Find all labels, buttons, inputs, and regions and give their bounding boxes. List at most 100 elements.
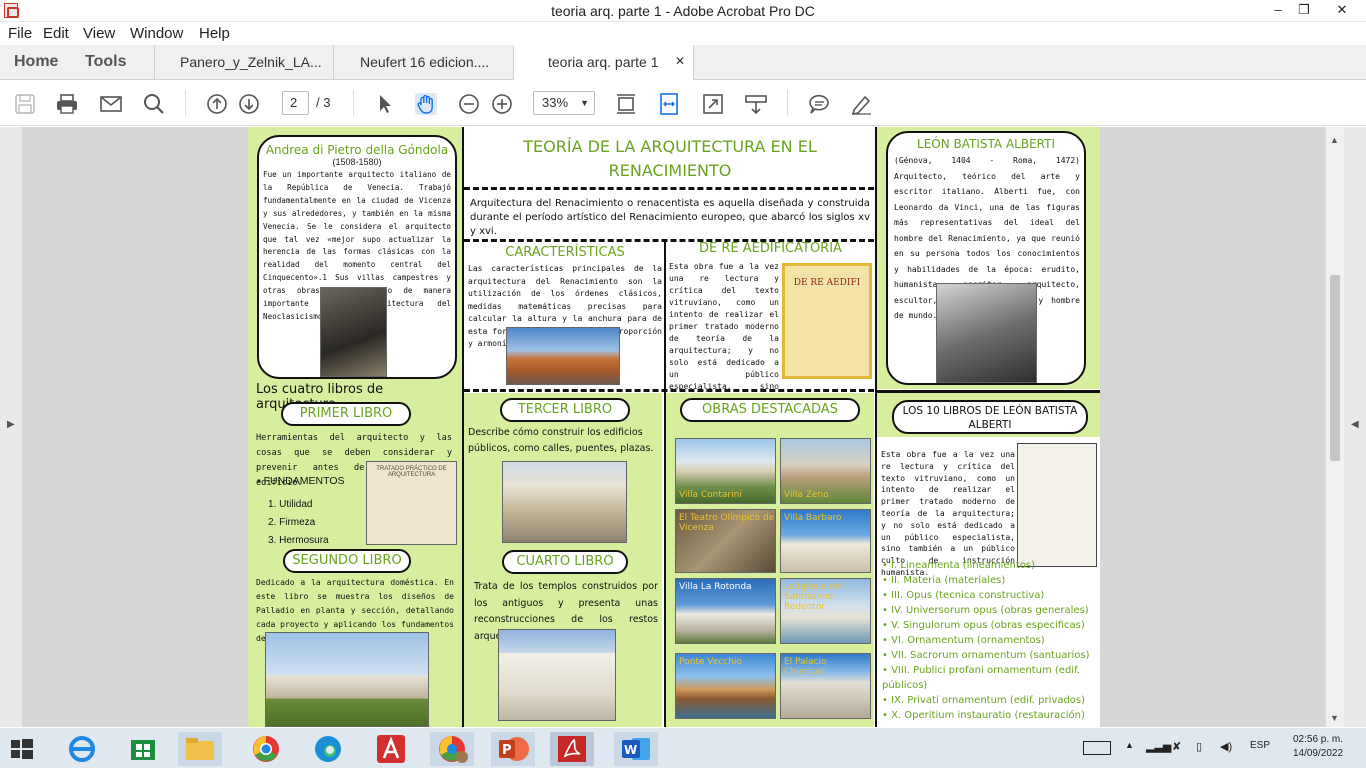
previous-page-icon[interactable] [206,93,228,115]
vertical-scrollbar[interactable]: ▲ ▼ [1326,127,1344,727]
photo-caption: El Palacio Chiericati [784,657,827,677]
network-icon[interactable]: ▂▃▅ [1146,740,1171,753]
de-re-title: DE RE AEDIFICATORIA [699,241,842,256]
photo-caption: La Iglesia del Santíssimo Redentor [784,582,844,612]
close-window-button[interactable]: ✕ [1322,0,1362,22]
fundamentos-label: FUNDAMENTOS [263,475,345,487]
fundamentos-list: 1. Utilidad 2. Firmeza 3. Hermosura [268,496,329,550]
clock-time: 02:56 p. m. [1292,734,1344,745]
svg-text:W: W [624,743,637,757]
gondola-dates: (1508-1580) [332,157,382,167]
zoom-level-value: 33% [542,95,569,110]
email-icon[interactable] [100,93,122,115]
hand-tool-icon[interactable] [415,93,437,115]
obras-title-pill: OBRAS DESTACADAS [680,398,860,422]
powerpoint-icon[interactable]: P [491,732,535,766]
menu-view[interactable]: View [83,25,115,42]
zoom-in-icon[interactable] [491,93,513,115]
doc-tab-teoria[interactable]: teoria arq. parte 1 ✕ [514,45,694,81]
battery-icon[interactable]: ▯ [1196,740,1202,753]
basilica-photo [502,461,627,543]
doc-tab-label: Neufert 16 edicion.... [360,54,490,70]
menu-file[interactable]: File [8,25,32,42]
search-icon[interactable] [143,93,165,115]
scrollbar-thumb[interactable] [1330,275,1340,461]
doc-tab-panero[interactable]: Panero_y_Zelnik_LA... [154,45,334,80]
diez-libros-item-text: VIII. Publici profani ornamentum (edif. … [882,665,1081,691]
church-photo [498,629,616,721]
windows-start-icon[interactable] [0,732,44,766]
zoom-level-select[interactable]: 33% ▼ [533,91,595,115]
edge-icon[interactable] [306,732,350,766]
scroll-down-icon[interactable]: ▼ [1330,713,1339,723]
language-indicator[interactable]: ESP [1250,740,1270,751]
alberti-book-cover [1017,443,1097,567]
doc-tab-neufert[interactable]: Neufert 16 edicion.... [334,45,514,80]
column-palladio: Andrea di Pietro della Góndola (1508-158… [248,127,462,727]
gondola-card: Andrea di Pietro della Góndola (1508-158… [257,135,457,379]
volume-icon[interactable]: ◀) [1220,740,1232,753]
diez-libros-item: • VI. Ornamentum (ornamentos) [882,635,1045,646]
fundamentos-item: • FUNDAMENTOS [257,475,345,487]
menu-bar: File Edit View Window Help [0,22,1366,45]
chrome-profile-icon[interactable] [430,732,474,766]
word-icon[interactable]: W [614,732,658,766]
svg-text:P: P [502,743,512,758]
microsoft-store-icon[interactable] [121,732,165,766]
print-icon[interactable] [56,93,78,115]
next-page-icon[interactable] [238,93,260,115]
diez-libros-item: • X. Operitium instauratio (restauración… [882,710,1085,721]
pdf-page: Andrea di Pietro della Góndola (1508-158… [248,127,1100,727]
full-screen-icon[interactable] [702,93,724,115]
touch-keyboard-icon[interactable] [1083,741,1111,755]
fundamentos-item-text: Hermosura [279,535,329,546]
diez-libros-item-text: X. Operitium instauratio (restauración) [891,710,1085,721]
maximize-button[interactable]: ❐ [1284,0,1324,22]
caracteristicas-title: CARACTERÍSTICAS [505,245,625,260]
menu-window[interactable]: Window [130,25,183,42]
file-explorer-icon[interactable] [178,732,222,766]
page-number-input[interactable]: 2 [282,91,309,115]
left-panel-toggle[interactable]: ▶ [0,127,22,727]
sign-pen-icon[interactable] [850,93,872,116]
column-tercer-cuarto: TERCER LIBRO Describe cómo construir los… [464,393,662,727]
primer-libro-pill: PRIMER LIBRO [281,402,411,426]
tools-tab[interactable]: Tools [85,53,126,71]
page-total: / 3 [316,95,331,110]
diez-libros-item-text: VII. Sacrorum ornamentum (santuarios) [891,650,1090,661]
mic-icon[interactable]: ✘ [1172,740,1181,753]
photo-caption: El Teatro Olímpico de Vicenza [679,513,775,533]
select-cursor-icon[interactable] [374,93,396,115]
acrobat-taskbar-icon[interactable] [550,732,594,766]
internet-explorer-icon[interactable] [60,732,104,766]
menu-help[interactable]: Help [199,25,230,42]
right-panel-toggle[interactable]: ◀ [1344,127,1366,727]
autocad-icon[interactable] [369,732,413,766]
chrome-icon[interactable] [244,732,288,766]
diez-libros-item-text: IX. Privati ornamentum (edif. privados) [891,695,1086,706]
close-tab-icon[interactable]: ✕ [675,54,685,68]
scroll-up-icon[interactable]: ▲ [1330,135,1339,145]
show-hidden-icons[interactable]: ▲ [1125,740,1134,750]
comment-icon[interactable] [808,93,830,115]
save-icon[interactable] [14,93,36,115]
fit-width-icon[interactable] [658,93,680,115]
villa-photo [265,632,429,727]
main-title: TEORÍA DE LA ARQUITECTURA EN EL RENACIMI… [523,137,817,180]
fit-page-icon[interactable] [615,93,637,115]
villa-barbaro-photo: Villa Barbaro [780,509,871,573]
clock[interactable]: 02:56 p. m. 14/09/2022 [1282,733,1354,761]
toolbar: 2 / 3 33% ▼ [0,80,1366,126]
alberti-title: LEÓN BATISTA ALBERTI [917,137,1055,151]
photo-caption: Villa Zeno [784,490,829,500]
diez-libros-item: • VIII. Publici profani ornamentum (edif… [882,665,1081,691]
zoom-out-icon[interactable] [458,93,480,115]
document-viewer[interactable]: ▶ ◀ ▲ ▼ Andrea di Pietro della Góndola (… [0,127,1366,727]
menu-edit[interactable]: Edit [43,25,69,42]
scroll-mode-icon[interactable] [745,93,767,115]
fundamentos-item-3: 3. Hermosura [268,535,329,546]
home-tab[interactable]: Home [14,53,58,71]
diez-libros-item-text: V. Singulorum opus (obras especificas) [891,620,1085,631]
tab-bar: Home Tools Panero_y_Zelnik_LA... Neufert… [0,45,1366,81]
teatro-olimpico-photo: El Teatro Olímpico de Vicenza [675,509,776,573]
